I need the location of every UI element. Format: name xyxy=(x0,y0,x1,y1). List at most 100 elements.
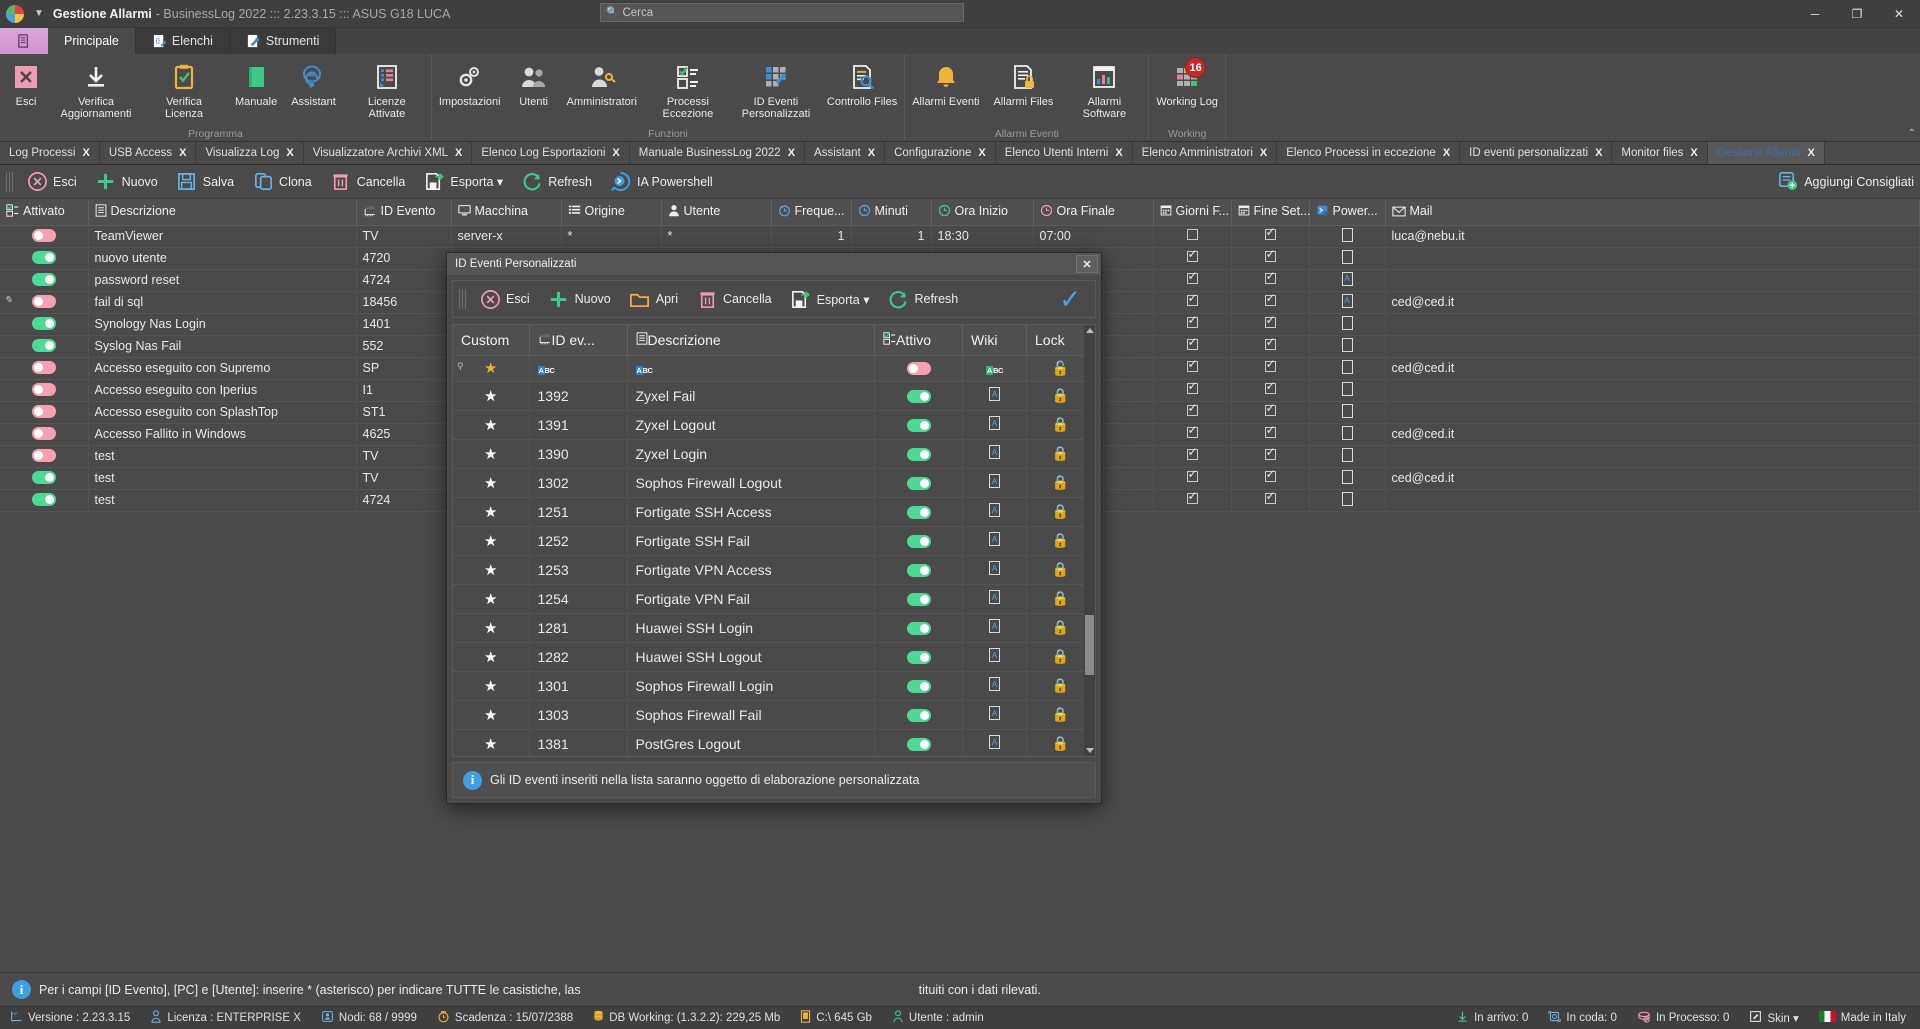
cell-fine-settimana[interactable] xyxy=(1231,247,1309,269)
cell-custom[interactable]: ★ xyxy=(453,613,529,642)
cell-giorni-festivi[interactable] xyxy=(1153,445,1231,467)
checkbox[interactable] xyxy=(1265,361,1276,372)
cell-id-evento[interactable]: 4720 xyxy=(356,247,451,269)
lock-icon[interactable]: 🔒 xyxy=(1052,619,1069,635)
toggle-switch[interactable] xyxy=(907,448,931,461)
toggle-switch[interactable] xyxy=(907,651,931,664)
dialog-grid-container[interactable]: CustomLOGID ev...DescrizioneAttivoWikiLo… xyxy=(452,324,1096,757)
cell-fine-settimana[interactable] xyxy=(1231,445,1309,467)
cell-fine-settimana[interactable] xyxy=(1231,401,1309,423)
checkbox[interactable] xyxy=(1265,317,1276,328)
toggle-switch[interactable] xyxy=(32,471,56,484)
star-icon[interactable]: ★ xyxy=(484,649,497,666)
cell-id-evento[interactable]: I1 xyxy=(356,379,451,401)
licenze-attivate-button[interactable]: Licenze Attivate xyxy=(343,58,431,120)
toggle-switch[interactable] xyxy=(907,593,931,606)
star-icon[interactable]: ★ xyxy=(484,591,497,608)
cell-fine-settimana[interactable] xyxy=(1231,379,1309,401)
cell-attivo[interactable] xyxy=(875,700,963,729)
document-icon[interactable] xyxy=(989,648,1000,662)
document-icon[interactable] xyxy=(989,445,1000,459)
cell-fine-settimana[interactable] xyxy=(1231,489,1309,511)
dialog-table-row[interactable]: ★1281Huawei SSH Login🔒 xyxy=(453,613,1095,642)
toggle-switch[interactable] xyxy=(32,493,56,506)
dialog-column-header-custom[interactable]: Custom xyxy=(453,325,529,355)
star-icon[interactable]: ★ xyxy=(484,475,497,492)
document-icon[interactable] xyxy=(989,619,1000,633)
cell-descrizione[interactable]: Accesso eseguito con Supremo xyxy=(88,357,356,379)
cell-fine-settimana[interactable] xyxy=(1231,291,1309,313)
cell-giorni-festivi[interactable] xyxy=(1153,401,1231,423)
doc-tab-elenco-amministratori[interactable]: Elenco AmministratoriX xyxy=(1133,142,1278,165)
close-button[interactable]: ✕ xyxy=(1878,0,1920,28)
cell-id-evento[interactable]: SP xyxy=(356,357,451,379)
document-icon[interactable] xyxy=(1342,404,1353,418)
cell-descrizione[interactable]: PostGres Logout xyxy=(627,729,875,757)
cell-custom[interactable]: ★ xyxy=(453,555,529,584)
cell-descrizione[interactable]: Fortigate SSH Fail xyxy=(627,526,875,555)
cell-fine-settimana[interactable] xyxy=(1231,313,1309,335)
checkbox[interactable] xyxy=(1265,449,1276,460)
toolbar-clona-button[interactable]: Clona xyxy=(243,168,321,196)
cell-mail[interactable]: luca@nebu.it xyxy=(1385,225,1920,247)
controllo-files-button[interactable]: Controllo Files xyxy=(820,58,904,108)
cell-wiki[interactable] xyxy=(963,410,1027,439)
dialog-column-header-id-ev-[interactable]: LOGID ev... xyxy=(529,325,627,355)
cell-mail[interactable] xyxy=(1385,335,1920,357)
doc-tab-close-icon[interactable]: X xyxy=(868,147,875,159)
doc-tab-close-icon[interactable]: X xyxy=(1595,147,1602,159)
toggle-switch[interactable] xyxy=(907,709,931,722)
cell-id-evento[interactable]: 1401 xyxy=(356,313,451,335)
cell-fine-settimana[interactable] xyxy=(1231,467,1309,489)
cell-id-evento[interactable]: TV xyxy=(356,225,451,247)
cell-wiki[interactable] xyxy=(963,584,1027,613)
checkbox[interactable] xyxy=(1187,273,1198,284)
toolbar-salva-button[interactable]: Salva xyxy=(167,168,243,196)
impostazioni-button[interactable]: Impostazioni xyxy=(432,58,508,108)
checkbox[interactable] xyxy=(1265,471,1276,482)
dialog-column-header-descrizione[interactable]: Descrizione xyxy=(627,325,875,355)
cell-attivo[interactable] xyxy=(875,613,963,642)
verifica-aggiornamenti-button[interactable]: Verifica Aggiornamenti xyxy=(52,58,140,120)
cell-id-evento[interactable]: 1251 xyxy=(529,497,627,526)
lock-icon[interactable]: 🔒 xyxy=(1052,706,1069,722)
cell-utente[interactable]: * xyxy=(661,225,771,247)
cell-frequenza[interactable]: 1 xyxy=(771,225,851,247)
checkbox[interactable] xyxy=(1265,273,1276,284)
column-header-ora-inizio[interactable]: Ora Inizio xyxy=(931,199,1033,225)
toolbar-nuovo-button[interactable]: Nuovo xyxy=(86,168,167,196)
cell-powershell[interactable] xyxy=(1309,313,1385,335)
star-icon[interactable]: ★ xyxy=(484,446,497,463)
cell-fine-settimana[interactable] xyxy=(1231,269,1309,291)
cell-giorni-festivi[interactable] xyxy=(1153,247,1231,269)
cell-mail[interactable] xyxy=(1385,269,1920,291)
cell-attivo[interactable] xyxy=(875,584,963,613)
cell-id-evento[interactable]: 1252 xyxy=(529,526,627,555)
checkbox[interactable] xyxy=(1265,405,1276,416)
cell-attivo[interactable] xyxy=(875,381,963,410)
cell-wiki[interactable] xyxy=(963,555,1027,584)
cell-wiki[interactable] xyxy=(963,642,1027,671)
lock-icon[interactable]: 🔒 xyxy=(1052,735,1069,751)
doc-tab-gestione-allarmi[interactable]: Gestione AllarmiX xyxy=(1708,142,1825,165)
dialog-table-row[interactable]: ★1252Fortigate SSH Fail🔒 xyxy=(453,526,1095,555)
dialog-filter-row[interactable]: ⚲★ABCABCABC🔓 xyxy=(453,355,1095,381)
cell-descrizione[interactable]: Fortigate VPN Access xyxy=(627,555,875,584)
dialog-table-row[interactable]: ★1302Sophos Firewall Logout🔒 xyxy=(453,468,1095,497)
dialog-table-row[interactable]: ★1391Zyxel Logout🔒 xyxy=(453,410,1095,439)
doc-tab-close-icon[interactable]: X xyxy=(1808,147,1815,159)
cell-fine-settimana[interactable] xyxy=(1231,423,1309,445)
document-icon[interactable] xyxy=(1342,294,1353,308)
cell-descrizione[interactable]: fail di sql xyxy=(88,291,356,313)
cell-id-evento[interactable]: TV xyxy=(356,445,451,467)
cell-mail[interactable]: ced@ced.it xyxy=(1385,357,1920,379)
lock-icon[interactable]: 🔒 xyxy=(1052,474,1069,490)
dialog-esporta-button[interactable]: Esporta ▾ xyxy=(781,285,879,313)
checkbox[interactable] xyxy=(1187,339,1198,350)
star-icon[interactable]: ★ xyxy=(484,417,497,434)
assistant-button[interactable]: Assistant xyxy=(284,58,343,108)
lock-icon[interactable]: 🔒 xyxy=(1052,532,1069,548)
document-icon[interactable] xyxy=(1342,316,1353,330)
search-input[interactable]: 🔍 Cerca xyxy=(600,3,964,22)
cell-macchina[interactable]: server-x xyxy=(451,225,561,247)
